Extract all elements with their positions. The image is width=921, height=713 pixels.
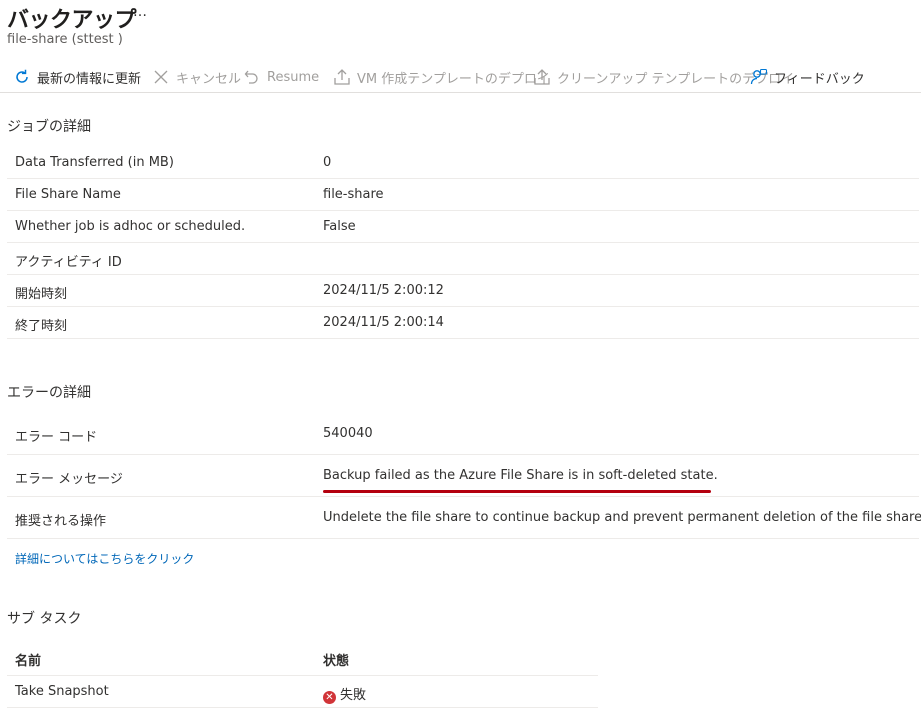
detail-row: 開始時刻 2024/11/5 2:00:12 xyxy=(7,275,919,307)
detail-row: Whether job is adhoc or scheduled. False xyxy=(7,211,919,243)
deploy-vm-template-button[interactable]: VM 作成テンプレートのデプロイ xyxy=(333,66,550,88)
resume-button[interactable]: Resume xyxy=(243,66,319,88)
detail-key: アクティビティ ID xyxy=(15,255,122,270)
table-divider xyxy=(7,675,598,676)
detail-value: False xyxy=(323,219,356,234)
detail-key: エラー メッセージ xyxy=(15,472,123,487)
detail-value: 2024/11/5 2:00:12 xyxy=(323,283,444,298)
command-bar: 最新の情報に更新 キャンセル Resume VM 作成テンプレートのデプロイ ク… xyxy=(0,64,921,93)
subtasks-heading: サブ タスク xyxy=(7,611,82,627)
feedback-label: フィードバック xyxy=(774,71,865,87)
table-divider xyxy=(7,707,598,708)
detail-value: 0 xyxy=(323,155,332,170)
detail-row: 終了時刻 2024/11/5 2:00:14 xyxy=(7,307,919,339)
detail-key: 終了時刻 xyxy=(15,319,68,334)
cancel-label: キャンセル xyxy=(176,71,242,87)
feedback-icon xyxy=(750,68,768,86)
error-details-heading: エラーの詳細 xyxy=(7,385,91,401)
refresh-label: 最新の情報に更新 xyxy=(37,71,142,87)
error-icon: ✕ xyxy=(323,691,336,704)
recommended-action: Undelete the file share to continue back… xyxy=(323,510,921,525)
detail-value: 2024/11/5 2:00:14 xyxy=(323,315,444,330)
more-options-button[interactable]: … xyxy=(133,4,148,20)
detail-key: エラー コード xyxy=(15,430,98,445)
page-title: バックアップ xyxy=(7,8,137,33)
feedback-button[interactable]: フィードバック xyxy=(750,66,865,88)
column-header-name[interactable]: 名前 xyxy=(15,650,41,669)
detail-key: Whether job is adhoc or scheduled. xyxy=(15,219,246,234)
detail-row: エラー コード 540040 xyxy=(7,413,919,455)
detail-key: Data Transferred (in MB) xyxy=(15,155,174,170)
page-subtitle: file-share (sttest ) xyxy=(7,32,123,47)
cancel-button[interactable]: キャンセル xyxy=(152,66,241,88)
subtask-status: ✕ 失敗 xyxy=(323,684,366,704)
job-details-heading: ジョブの詳細 xyxy=(7,119,91,135)
detail-row: File Share Name file-share xyxy=(7,179,919,211)
error-message: Backup failed as the Azure File Share is… xyxy=(323,468,718,483)
error-code: 540040 xyxy=(323,426,373,441)
upload-icon xyxy=(533,68,551,86)
close-icon xyxy=(152,68,170,86)
subtask-name: Take Snapshot xyxy=(15,684,109,699)
refresh-button[interactable]: 最新の情報に更新 xyxy=(13,66,141,88)
detail-key: 開始時刻 xyxy=(15,287,68,302)
detail-key: File Share Name xyxy=(15,187,121,202)
highlight-underline xyxy=(323,490,711,493)
learn-more-link[interactable]: 詳細についてはこちらをクリック xyxy=(15,550,194,567)
detail-row: Data Transferred (in MB) 0 xyxy=(7,147,919,179)
undo-icon xyxy=(243,68,261,86)
refresh-icon xyxy=(13,68,31,86)
detail-row: アクティビティ ID xyxy=(7,243,919,275)
detail-key: 推奨される操作 xyxy=(15,514,107,529)
resume-label: Resume xyxy=(267,69,320,85)
subtask-status-label: 失敗 xyxy=(340,688,367,703)
detail-value: file-share xyxy=(323,187,384,202)
detail-row: 推奨される操作 Undelete the file share to conti… xyxy=(7,497,921,539)
column-header-status[interactable]: 状態 xyxy=(323,650,349,669)
upload-icon xyxy=(333,68,351,86)
deploy-vm-template-label: VM 作成テンプレートのデプロイ xyxy=(357,71,550,87)
